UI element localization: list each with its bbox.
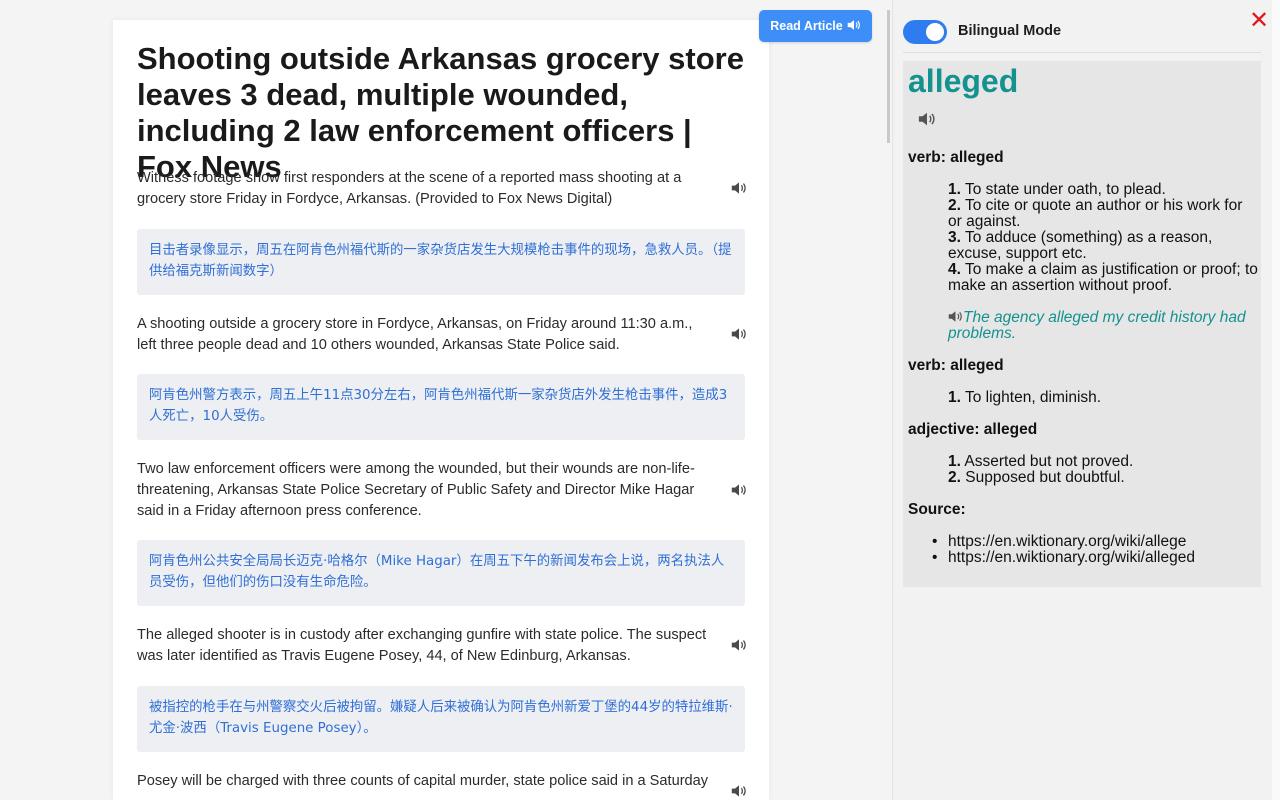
panel-resize-handle[interactable]: [887, 10, 890, 143]
dictionary-panel: Bilingual Mode ✕ alleged verb: alleged 1…: [892, 0, 1272, 800]
read-article-button[interactable]: Read Article: [759, 10, 872, 42]
read-article-label: Read Article: [770, 19, 843, 33]
definition-item: 3. To adduce (something) as a reason, ex…: [948, 229, 1213, 262]
article-paragraph[interactable]: A shooting outside a grocery store in Fo…: [137, 314, 715, 356]
translation-text: 阿肯色州公共安全局局长迈克·哈格尔（Mike Hagar）在周五下午的新闻发布会…: [149, 554, 725, 590]
definition-item: 1. Asserted but not proved.: [948, 453, 1134, 470]
translation-box: 阿肯色州公共安全局局长迈克·哈格尔（Mike Hagar）在周五下午的新闻发布会…: [137, 540, 745, 606]
source-link[interactable]: https://en.wiktionary.org/wiki/allege: [932, 534, 1258, 551]
example-sentence[interactable]: The agency alleged my credit history had…: [948, 310, 1258, 342]
translation-text: 目击者录像显示，周五在阿肯色州福代斯的一家杂货店发生大规模枪击事件的现场，急救人…: [149, 243, 732, 279]
speaker-icon[interactable]: [730, 180, 748, 196]
speaker-icon[interactable]: [730, 783, 748, 799]
speaker-icon[interactable]: [730, 326, 748, 342]
definition-item: 1. To lighten, diminish.: [948, 389, 1102, 406]
close-icon[interactable]: ✕: [1248, 9, 1270, 33]
divider: [903, 52, 1261, 53]
toggle-knob: [926, 23, 944, 41]
speaker-icon[interactable]: [918, 111, 936, 132]
part-of-speech: verb: alleged: [908, 357, 1004, 374]
bilingual-mode-toggle[interactable]: [903, 20, 947, 44]
translation-box: 目击者录像显示，周五在阿肯色州福代斯的一家杂货店发生大规模枪击事件的现场，急救人…: [137, 229, 745, 295]
article-paragraph[interactable]: The alleged shooter is in custody after …: [137, 625, 715, 667]
dictionary-entry: alleged verb: alleged 1. To state under …: [903, 61, 1261, 587]
speaker-icon[interactable]: [948, 310, 963, 323]
definition-item: 1. To state under oath, to plead.: [948, 181, 1166, 198]
definition-item: 2. To cite or quote an author or his wor…: [948, 197, 1243, 230]
definition-list: 1. To lighten, diminish.: [948, 390, 1258, 406]
source-list: https://en.wiktionary.org/wiki/allege ht…: [932, 534, 1258, 567]
article-container: Shooting outside Arkansas grocery store …: [113, 20, 769, 800]
definition-list: 1. Asserted but not proved. 2. Supposed …: [948, 454, 1258, 486]
article-headline: Shooting outside Arkansas grocery store …: [137, 41, 744, 184]
speaker-icon[interactable]: [730, 482, 748, 498]
part-of-speech: adjective: alleged: [908, 421, 1038, 438]
source-heading: Source:: [908, 501, 966, 518]
article-paragraph[interactable]: Two law enforcement officers were among …: [137, 459, 715, 522]
headword: alleged: [908, 63, 1019, 99]
translation-text: 阿肯色州警方表示，周五上午11点30分左右，阿肯色州福代斯一家杂货店外发生枪击事…: [149, 388, 728, 424]
bilingual-mode-label: Bilingual Mode: [958, 23, 1062, 39]
article-paragraph[interactable]: Posey will be charged with three counts …: [137, 771, 715, 792]
translation-text: 被指控的枪手在与州警察交火后被拘留。嫌疑人后来被确认为阿肯色州新爱丁堡的44岁的…: [149, 700, 733, 736]
article-paragraph[interactable]: Witness footage show first responders at…: [137, 168, 715, 210]
translation-box: 被指控的枪手在与州警察交火后被拘留。嫌疑人后来被确认为阿肯色州新爱丁堡的44岁的…: [137, 686, 745, 752]
definition-item: 4. To make a claim as justification or p…: [948, 261, 1258, 294]
speaker-icon[interactable]: [730, 637, 748, 653]
translation-box: 阿肯色州警方表示，周五上午11点30分左右，阿肯色州福代斯一家杂货店外发生枪击事…: [137, 374, 745, 440]
part-of-speech: verb: alleged: [908, 149, 1004, 166]
definition-list: 1. To state under oath, to plead. 2. To …: [948, 182, 1258, 294]
page-scrollbar[interactable]: [1272, 0, 1280, 800]
source-link[interactable]: https://en.wiktionary.org/wiki/alleged: [932, 550, 1258, 567]
definition-item: 2. Supposed but doubtful.: [948, 469, 1125, 486]
speaker-icon: [847, 19, 861, 34]
